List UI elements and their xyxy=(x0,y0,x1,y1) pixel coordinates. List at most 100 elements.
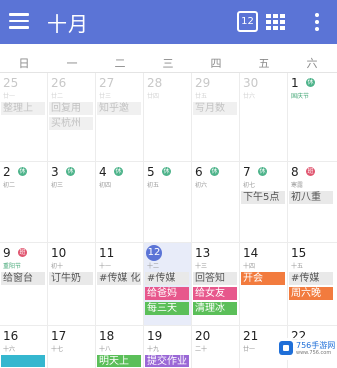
day-cell[interactable]: 10 初十 订牛奶 xyxy=(48,243,95,325)
day-number: 2 xyxy=(3,165,11,179)
day-cell[interactable]: 15 十五 #传媒 周六晚 xyxy=(288,243,335,325)
lunar-date: 十一 xyxy=(99,263,112,270)
day-cell[interactable]: 19 十九 提交作业 xyxy=(144,326,191,367)
event-chip[interactable]: #传媒 xyxy=(145,272,189,285)
day-cell[interactable]: 1 休国庆节 xyxy=(288,73,335,161)
lunar-date: 寒露 xyxy=(291,182,304,189)
event-chip[interactable]: 知乎邀 xyxy=(97,102,141,115)
lunar-date: 十二 xyxy=(147,263,160,270)
lunar-date: 初三 xyxy=(51,182,64,189)
month-grid: 25 廿一 整理上 26 廿二 回复用 买杭州 27 廿三 知乎邀 28 廿四 29 廿五 写月数 30 廿六 1… xyxy=(0,73,337,368)
event-chip[interactable]: 订牛奶 xyxy=(49,272,93,285)
event-chip[interactable]: 每三天 xyxy=(145,302,189,315)
lunar-date: 十九 xyxy=(147,346,160,353)
day-number: 3 xyxy=(51,165,59,179)
watermark-subtext: www.756.com xyxy=(296,350,332,356)
holiday-badge: 休 xyxy=(114,167,123,176)
day-number: 27 xyxy=(99,76,115,90)
day-cell[interactable]: 3 休初三 xyxy=(48,162,95,242)
event-chip[interactable]: 开会 xyxy=(241,272,285,285)
app-bar: 十月 12 xyxy=(0,0,337,44)
event-chip[interactable]: 写月数 xyxy=(193,102,237,115)
more-vert-icon[interactable] xyxy=(314,13,320,31)
lunar-date: 初五 xyxy=(147,182,160,189)
event-chip[interactable]: 提交作业 xyxy=(145,355,189,367)
day-cell[interactable]: 11 十一 #传媒 化 xyxy=(96,243,143,325)
day-cell[interactable]: 28 廿四 xyxy=(144,73,191,161)
holiday-badge: 休 xyxy=(66,167,75,176)
event-chip[interactable]: 明天上 xyxy=(97,355,141,367)
day-cell[interactable]: 13 十三回答知给女友清理冰 xyxy=(192,243,239,325)
lunar-date: 十六 xyxy=(3,346,16,353)
lunar-date: 十三 xyxy=(195,263,208,270)
day-cell[interactable]: 9 班重阳节给窗台 xyxy=(0,243,47,325)
lunar-date: 廿五 xyxy=(195,93,208,100)
day-cell[interactable]: 29 廿五写月数 xyxy=(192,73,239,161)
day-cell[interactable]: 20 二十 xyxy=(192,326,239,367)
month-title[interactable]: 十月 xyxy=(47,8,89,37)
day-cell[interactable]: 8 班寒露初八重 xyxy=(288,162,335,242)
event-chip[interactable]: #传媒 化 xyxy=(97,272,141,285)
hamburger-menu-icon[interactable] xyxy=(9,13,29,29)
day-cell-today[interactable]: 12 十二 #传媒给爸妈每三天 xyxy=(144,243,191,325)
grid-view-icon[interactable] xyxy=(266,14,286,30)
lunar-date: 重阳节 xyxy=(3,263,22,270)
event-chip[interactable]: 整理上 xyxy=(1,102,45,115)
lunar-date: 十八 xyxy=(99,346,112,353)
day-number: 12 xyxy=(146,245,162,261)
day-number: 14 xyxy=(243,246,259,260)
weekday-label: 一 xyxy=(66,57,78,70)
lunar-date: 国庆节 xyxy=(291,93,310,100)
day-cell[interactable]: 4 休初四 xyxy=(96,162,143,242)
calendar-today-icon[interactable]: 12 xyxy=(237,11,258,32)
lunar-date: 廿一 xyxy=(243,346,256,353)
day-number: 8 xyxy=(291,165,299,179)
lunar-date: 初六 xyxy=(195,182,208,189)
event-chip[interactable]: 初八重 xyxy=(289,191,333,204)
day-cell[interactable]: 27 廿三知乎邀 xyxy=(96,73,143,161)
workday-badge: 班 xyxy=(18,248,27,257)
event-chip[interactable]: 回答知 xyxy=(193,272,237,285)
day-cell[interactable]: 5 休初五 xyxy=(144,162,191,242)
day-number: 1 xyxy=(291,76,299,90)
day-number: 16 xyxy=(3,329,19,343)
day-cell[interactable]: 7 休初七 下午5点 xyxy=(240,162,287,242)
day-cell[interactable]: 17 十七 xyxy=(48,326,95,367)
day-cell[interactable]: 16 十六 xyxy=(0,326,47,367)
day-cell[interactable]: 2 休初二 xyxy=(0,162,47,242)
event-chip[interactable]: 给窗台 xyxy=(1,272,45,285)
day-number: 7 xyxy=(243,165,251,179)
day-number: 9 xyxy=(3,246,11,260)
weekday-header: 日一二三四五六 xyxy=(0,52,337,73)
event-chip[interactable]: 给爸妈 xyxy=(145,287,189,300)
lunar-date: 初二 xyxy=(3,182,16,189)
day-number: 28 xyxy=(147,76,163,90)
event-chip[interactable]: #传媒 xyxy=(289,272,333,285)
day-number: 21 xyxy=(243,329,259,343)
event-chip[interactable]: 买杭州 xyxy=(49,117,93,130)
lunar-date: 初十 xyxy=(51,263,64,270)
day-cell[interactable]: 25 廿一 整理上 xyxy=(0,73,47,161)
event-chip[interactable] xyxy=(1,355,45,367)
event-chip[interactable]: 下午5点 xyxy=(241,191,285,204)
lunar-date: 廿二 xyxy=(51,93,64,100)
day-cell[interactable]: 26 廿二 回复用 买杭州 xyxy=(48,73,95,161)
day-cell[interactable]: 6 休初六 xyxy=(192,162,239,242)
weekday-label: 五 xyxy=(258,57,270,70)
event-chip[interactable]: 给女友 xyxy=(193,287,237,300)
day-number: 15 xyxy=(291,246,307,260)
lunar-date: 初七 xyxy=(243,182,256,189)
holiday-badge: 休 xyxy=(306,78,315,87)
day-cell[interactable]: 30 廿六 xyxy=(240,73,287,161)
event-chip[interactable]: 周六晚 xyxy=(289,287,333,300)
day-number: 5 xyxy=(147,165,155,179)
event-chip[interactable]: 回复用 xyxy=(49,102,93,115)
day-cell[interactable]: 14 十四 开会 xyxy=(240,243,287,325)
workday-badge: 班 xyxy=(306,167,315,176)
event-chip[interactable]: 清理冰 xyxy=(193,302,237,315)
day-cell[interactable]: 18 十八 明天上 xyxy=(96,326,143,367)
day-number: 29 xyxy=(195,76,211,90)
day-number: 13 xyxy=(195,246,211,260)
day-number: 25 xyxy=(3,76,19,90)
lunar-date: 廿三 xyxy=(99,93,112,100)
